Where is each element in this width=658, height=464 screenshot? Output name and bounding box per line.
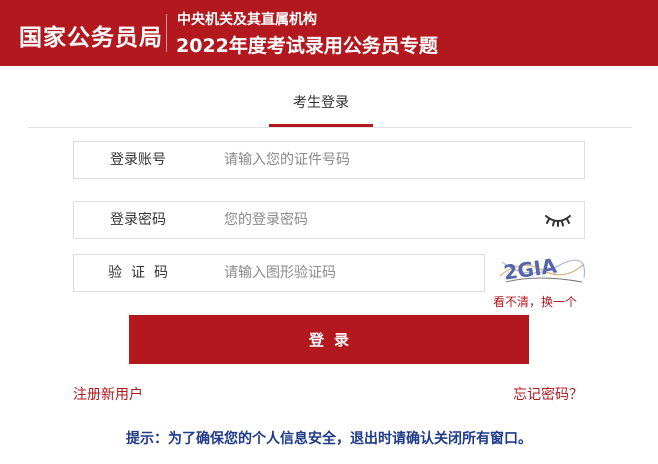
password-label: 登录密码: [110, 212, 166, 228]
register-link[interactable]: 注册新用户: [73, 384, 143, 404]
tab-candidate-login[interactable]: 考生登录: [269, 92, 373, 112]
tab-divider-line: [28, 127, 632, 128]
password-input[interactable]: [224, 202, 524, 238]
account-field: 登录账号: [73, 141, 585, 179]
captcha-text: 2GIA: [502, 253, 559, 284]
brand-logo-text: 国家公务员局: [19, 25, 163, 51]
captcha-label: 验证码: [108, 265, 177, 281]
captcha-field: 验证码: [73, 254, 485, 292]
account-label: 登录账号: [110, 152, 166, 168]
captcha-refresh-link[interactable]: 看不清，换一个: [493, 293, 577, 310]
header-subtitle: 中央机关及其直属机构: [177, 12, 317, 28]
captcha-image[interactable]: 2GIA: [498, 252, 586, 288]
login-button[interactable]: 登录: [129, 315, 529, 364]
security-notice: 提示：为了确保您的个人信息安全，退出时请确认关闭所有窗口。: [126, 431, 532, 447]
site-header: 国家公务员局 中央机关及其直属机构 2022年度考试录用公务员专题: [0, 0, 658, 66]
password-field: 登录密码: [73, 201, 585, 239]
forgot-password-link[interactable]: 忘记密码？: [513, 384, 583, 404]
header-divider: [166, 14, 167, 52]
eye-closed-icon[interactable]: [544, 213, 572, 227]
page-title: 2022年度考试录用公务员专题: [176, 35, 438, 57]
captcha-input[interactable]: [224, 255, 474, 291]
account-input[interactable]: [224, 142, 564, 178]
